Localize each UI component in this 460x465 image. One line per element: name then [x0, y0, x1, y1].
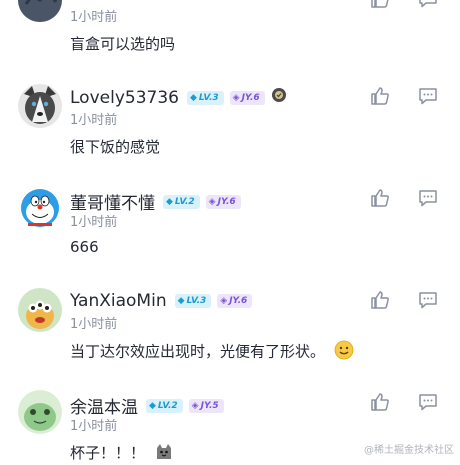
comment-text: 当丁达尔效应出现时，光便有了形状。	[70, 340, 354, 364]
level-badge-label: LV.2	[174, 196, 195, 207]
level-badge: ◆ LV.3	[174, 294, 212, 308]
level-icon: ◆	[189, 92, 197, 103]
comment-text-content: 当丁达尔效应出现时，光便有了形状。	[70, 342, 326, 361]
jy-badge-label: JY.6	[217, 196, 236, 207]
level-icon: ◆	[149, 400, 156, 411]
level-badge-label: LV.3	[198, 92, 219, 103]
level-badge: ◆ LV.3	[186, 90, 224, 105]
comment-time: 1小时前	[70, 113, 118, 128]
comment-text: 盲盒可以选的吗	[70, 35, 176, 53]
reply-icon[interactable]	[417, 85, 439, 107]
jy-badge-label: JY.6	[229, 296, 248, 306]
jy-icon: ◈	[191, 400, 199, 411]
level-icon: ◆	[166, 196, 173, 207]
comment-text: 很下饭的感觉	[70, 138, 161, 156]
jy-badge: ◈ JY.6	[217, 294, 253, 308]
comment-time: 1小时前	[70, 317, 118, 332]
jy-badge-label: JY.5	[200, 400, 219, 411]
comment-text: 杯子！！！	[70, 442, 174, 465]
jy-icon: ◈	[220, 296, 228, 306]
reply-icon[interactable]	[417, 289, 439, 311]
like-icon[interactable]	[369, 391, 391, 413]
jy-icon: ◈	[208, 196, 216, 207]
smile-emoji-icon	[334, 340, 354, 364]
like-icon[interactable]	[369, 85, 391, 107]
avatar[interactable]	[18, 0, 62, 22]
jy-badge: ◈ JY.5	[188, 398, 224, 413]
jy-icon: ◈	[232, 92, 240, 103]
watermark: @稀土掘金技术社区	[364, 445, 454, 456]
avatar[interactable]	[18, 288, 62, 332]
comment-username[interactable]: YanXiaoMin ◆ LV.3 ◈ JY.6	[70, 291, 258, 311]
avatar[interactable]	[18, 186, 62, 230]
level-badge-label: LV.3	[186, 296, 207, 306]
jy-badge: ◈ JY.6	[229, 90, 265, 105]
like-icon[interactable]	[369, 187, 391, 209]
cat-emoji-icon	[154, 443, 174, 465]
like-icon[interactable]	[369, 289, 391, 311]
reply-icon[interactable]	[417, 391, 439, 413]
jy-badge-label: JY.6	[241, 92, 260, 103]
verified-icon	[271, 87, 287, 108]
avatar[interactable]	[18, 390, 62, 434]
comment-time: 1小时前	[70, 10, 118, 25]
level-badge-label: LV.2	[157, 400, 178, 411]
reply-icon[interactable]	[417, 187, 439, 209]
comment-text: 666	[70, 238, 99, 256]
username-text[interactable]: Lovely53736	[70, 88, 179, 108]
comment-time: 1小时前	[70, 419, 118, 434]
like-icon[interactable]	[369, 0, 391, 10]
comment-text-content: 杯子！！！	[70, 444, 146, 462]
jy-badge: ◈ JY.6	[205, 194, 241, 209]
comment-username[interactable]: Lovely53736 ◆ LV.3 ◈ JY.6	[70, 87, 287, 108]
reply-icon[interactable]	[417, 0, 439, 10]
level-icon: ◆	[177, 296, 185, 306]
level-badge: ◆ LV.2	[163, 194, 200, 209]
avatar[interactable]	[18, 84, 62, 128]
username-text[interactable]: YanXiaoMin	[70, 291, 167, 311]
level-badge: ◆ LV.2	[146, 398, 183, 413]
comment-time: 1小时前	[70, 215, 118, 230]
